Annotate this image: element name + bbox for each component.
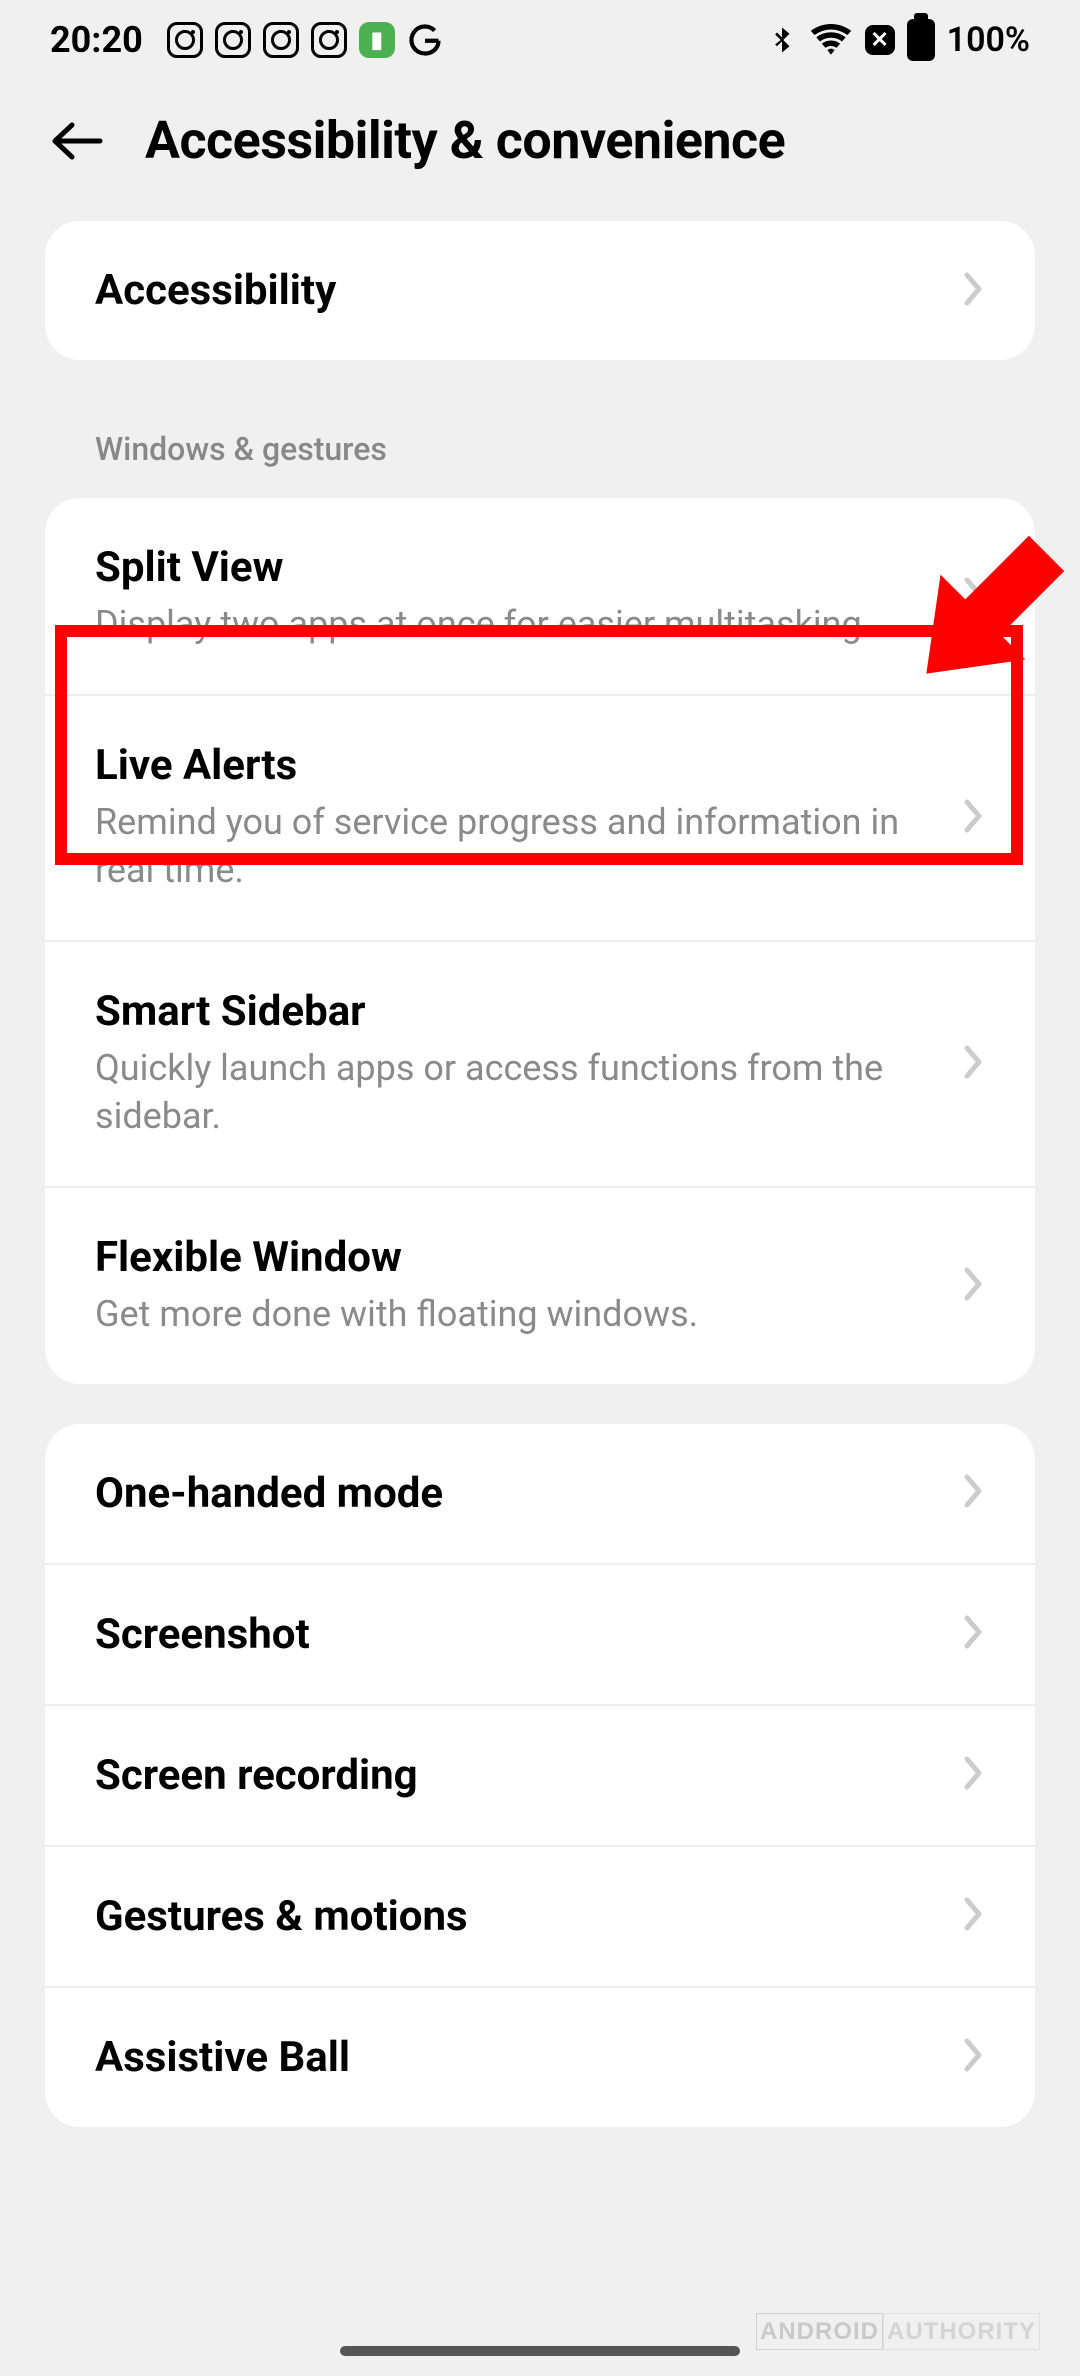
item-title: Accessibility [95,266,931,315]
watermark: ANDROIDAUTHORITY [756,2318,1040,2346]
settings-card: Split View Display two apps at once for … [45,498,1035,1384]
status-bar: 20:20 ▮ ✕ 100% [0,0,1080,80]
item-title: Assistive Ball [95,2033,931,2082]
item-desc: Get more done with floating windows. [95,1290,931,1339]
chevron-right-icon [961,1753,985,1797]
item-title: Live Alerts [95,741,931,790]
back-button[interactable] [50,121,105,161]
chevron-right-icon [961,1612,985,1656]
battery-saver-icon: ▮ [359,22,395,58]
item-flexible-window[interactable]: Flexible Window Get more done with float… [45,1188,1035,1384]
chevron-right-icon [961,1042,985,1086]
instagram-icon [263,22,299,58]
item-title: Flexible Window [95,1233,931,1282]
item-split-view[interactable]: Split View Display two apps at once for … [45,498,1035,696]
item-title: Screenshot [95,1610,931,1659]
item-smart-sidebar[interactable]: Smart Sidebar Quickly launch apps or acc… [45,942,1035,1188]
item-title: Screen recording [95,1751,931,1800]
status-right: ✕ 100% [767,18,1030,62]
item-one-handed-mode[interactable]: One-handed mode [45,1424,1035,1565]
section-label-windows: Windows & gestures [0,400,1080,498]
google-icon [407,22,443,58]
chevron-right-icon [961,574,985,618]
instagram-icon [215,22,251,58]
status-time: 20:20 [50,19,143,61]
item-title: Split View [95,543,931,592]
item-screenshot[interactable]: Screenshot [45,1565,1035,1706]
chevron-right-icon [961,269,985,313]
chevron-right-icon [961,796,985,840]
item-gestures-motions[interactable]: Gestures & motions [45,1847,1035,1988]
settings-card: Accessibility [45,221,1035,360]
instagram-icon [167,22,203,58]
item-accessibility[interactable]: Accessibility [45,221,1035,360]
chevron-right-icon [961,2035,985,2079]
item-desc: Remind you of service progress and infor… [95,798,931,895]
item-screen-recording[interactable]: Screen recording [45,1706,1035,1847]
battery-icon [907,19,935,61]
item-title: One-handed mode [95,1469,931,1518]
notification-badge-icon: ✕ [865,25,895,55]
item-desc: Display two apps at once for easier mult… [95,600,931,649]
instagram-icon [311,22,347,58]
chevron-right-icon [961,1264,985,1308]
home-indicator[interactable] [340,2346,740,2356]
wifi-icon [809,18,853,62]
page-title: Accessibility & convenience [145,110,785,171]
battery-percentage: 100% [947,20,1030,60]
item-assistive-ball[interactable]: Assistive Ball [45,1988,1035,2127]
item-title: Smart Sidebar [95,987,931,1036]
item-desc: Quickly launch apps or access functions … [95,1044,931,1141]
bluetooth-icon [767,20,797,60]
item-live-alerts[interactable]: Live Alerts Remind you of service progre… [45,696,1035,942]
chevron-right-icon [961,1894,985,1938]
chevron-right-icon [961,1471,985,1515]
page-header: Accessibility & convenience [0,80,1080,221]
settings-card: One-handed mode Screenshot Screen record… [45,1424,1035,2127]
item-title: Gestures & motions [95,1892,931,1941]
status-left: 20:20 ▮ [50,19,443,61]
